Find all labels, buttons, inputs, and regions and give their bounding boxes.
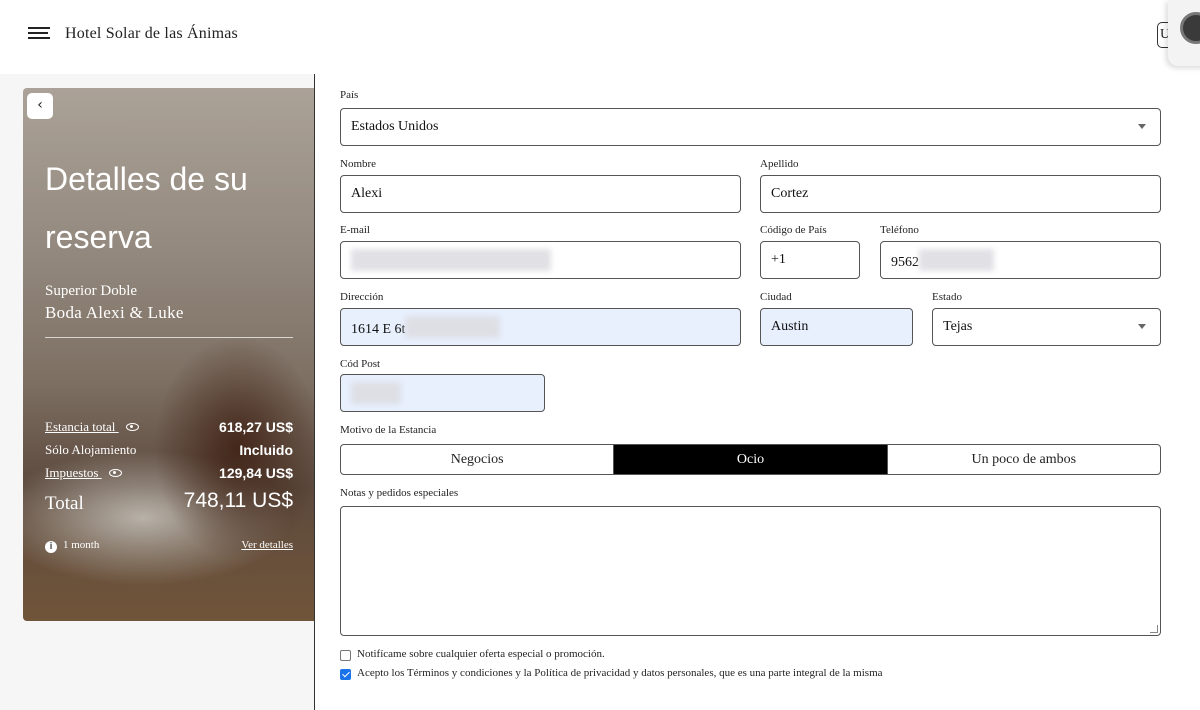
eye-icon[interactable] [125,423,139,431]
chevron-left-icon[interactable]: ‹ [37,97,43,113]
stay-duration: 1 month [63,539,100,551]
resize-handle-icon[interactable] [1150,625,1158,633]
last-name-label: Apellido [760,158,799,170]
reason-option-leisure[interactable]: Ocio [614,445,888,474]
email-field[interactable] [340,241,741,279]
booking-summary-card: ‹ Detalles de su reserva Superior Doble B… [23,88,314,621]
redacted-zip [351,382,401,404]
reason-option-business[interactable]: Negocios [341,445,615,474]
notes-textarea[interactable] [340,506,1161,636]
widget-logo-icon[interactable] [1180,12,1200,44]
dropdown-arrow-icon [1138,324,1146,329]
summary-title: Detalles de su reserva [45,161,248,255]
city-label: Ciudad [760,291,792,303]
address-value: 1614 E 6t [351,322,406,338]
view-details-link[interactable]: Ver detalles [241,539,293,551]
hotel-name[interactable]: Hotel Solar de las Ánimas [65,25,238,43]
state-value: Tejas [943,319,973,334]
last-name-field[interactable]: Cortez [760,175,1161,213]
country-code-label: Código de País [760,224,827,236]
booking-name: Boda Alexi & Luke [45,303,184,322]
room-type: Superior Doble [45,283,138,299]
phone-field[interactable]: 9562 [880,241,1161,279]
country-label: País [340,89,359,101]
zip-field[interactable] [340,374,545,412]
first-name-label: Nombre [340,158,377,170]
terms-checkbox[interactable] [340,669,351,680]
redacted-address [405,316,501,338]
floating-widget[interactable] [1168,0,1200,66]
total-label: Total [45,493,84,514]
price-row-total-stay: Estancia total 618,27 US$ [45,419,293,439]
email-label: E-mail [340,224,370,236]
lodging-value: Incluido [239,442,293,458]
city-field[interactable]: Austin [760,308,913,346]
back-button[interactable]: ‹ [27,93,53,119]
first-name-field[interactable]: Alexi [340,175,741,213]
info-icon: i [45,541,57,553]
country-code-field[interactable]: +1 [760,241,860,279]
reason-segmented-control: Negocios Ocio Un poco de ambos [340,444,1161,475]
summary-divider [45,337,293,338]
state-select[interactable]: Tejas [932,308,1161,346]
eye-icon[interactable] [108,469,122,477]
taxes-link[interactable]: Impuestos [45,465,122,481]
top-header: Hotel Solar de las Ánimas U [0,0,1200,74]
taxes-value: 129,84 US$ [219,465,293,481]
notify-checkbox[interactable] [340,650,351,661]
state-label: Estado [932,291,962,303]
total-stay-value: 618,27 US$ [219,419,293,435]
notes-label: Notas y pedidos especiales [340,487,459,499]
hamburger-menu-icon[interactable] [28,27,50,43]
zip-label: Cód Post [340,358,381,370]
panel-divider [314,74,315,710]
phone-value: 9562 [891,255,919,271]
country-select[interactable]: Estados Unidos [340,108,1161,146]
address-label: Dirección [340,291,384,303]
total-stay-link[interactable]: Estancia total [45,419,139,435]
price-row-taxes: Impuestos 129,84 US$ [45,465,293,485]
price-row-lodging: Sólo Alojamiento Incluido [45,442,293,462]
terms-label: Acepto los Términos y condiciones y la P… [357,667,883,679]
notify-label: Notifícame sobre cualquier oferta especi… [357,648,605,660]
phone-label: Teléfono [880,224,919,236]
country-value: Estados Unidos [351,119,439,134]
total-value: 748,11 US$ [183,489,293,512]
dropdown-arrow-icon [1138,124,1146,129]
reason-label: Motivo de la Estancia [340,424,437,436]
reason-option-both[interactable]: Un poco de ambos [888,445,1160,474]
redacted-phone [919,249,994,271]
redacted-email [351,249,551,271]
address-field[interactable]: 1614 E 6t [340,308,741,346]
lodging-label: Sólo Alojamiento [45,442,137,457]
